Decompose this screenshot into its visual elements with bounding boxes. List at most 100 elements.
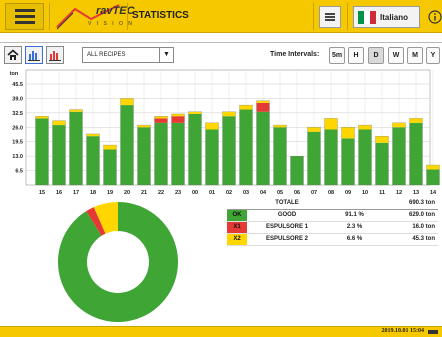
chevron-down-icon: ▼ bbox=[159, 48, 173, 62]
status-icon bbox=[428, 330, 438, 334]
bar-segment bbox=[205, 129, 219, 185]
row-percent: 91.1 % bbox=[327, 209, 382, 222]
language-selector[interactable]: Italiano bbox=[353, 6, 420, 28]
bar-segment bbox=[154, 118, 168, 123]
info-button[interactable] bbox=[424, 6, 442, 28]
interval-hour-button[interactable]: H bbox=[348, 47, 364, 64]
time-intervals-label: Time Intervals: bbox=[270, 51, 320, 58]
x-tick-label: 00 bbox=[192, 190, 198, 196]
bar-segment bbox=[273, 125, 287, 128]
table-row: X1 ESPULSORE 1 2.3 % 16.0 ton bbox=[227, 221, 438, 234]
bar-segment bbox=[239, 105, 253, 110]
bar-segment bbox=[35, 118, 49, 185]
table-row: X2 ESPULSORE 2 6.6 % 45.3 ton bbox=[227, 233, 438, 246]
brand-name: ravTEC bbox=[96, 5, 135, 17]
x-tick-label: 03 bbox=[243, 190, 249, 196]
x-tick-label: 12 bbox=[396, 190, 402, 196]
bar-segment bbox=[120, 98, 134, 106]
toolbar: ALL RECIPES ▼ Time Intervals: 5m H D W M… bbox=[0, 44, 442, 66]
row-percent: 6.6 % bbox=[327, 233, 382, 246]
menu-line bbox=[14, 15, 35, 18]
y-tick-label: 19.5 bbox=[12, 140, 23, 146]
bar-segment bbox=[307, 127, 321, 132]
x-tick-label: 06 bbox=[294, 190, 300, 196]
row-value: 629.0 ton bbox=[382, 209, 438, 222]
x-tick-label: 11 bbox=[379, 190, 385, 196]
home-button[interactable] bbox=[4, 46, 22, 64]
stacked-bar-chart: 6.5 13.0 19.5 26.0 32.5 39.0 45.5 ton 15 16 17 18 19… bbox=[10, 69, 440, 196]
recipe-select[interactable]: ALL RECIPES ▼ bbox=[82, 47, 174, 63]
bar-segment bbox=[358, 125, 372, 130]
x-tick-label: 01 bbox=[209, 190, 215, 196]
y-tick-label: 26.0 bbox=[12, 125, 23, 131]
bar-segment bbox=[358, 129, 372, 185]
home-icon bbox=[7, 49, 19, 60]
bar-segment bbox=[120, 105, 134, 185]
interval-week-button[interactable]: W bbox=[388, 47, 404, 64]
bar-segment bbox=[52, 120, 66, 126]
x-tick-label: 09 bbox=[345, 190, 351, 196]
menu-line bbox=[14, 21, 35, 24]
interval-year-button[interactable]: Y bbox=[426, 47, 440, 64]
bar-segment bbox=[171, 113, 185, 117]
x-tick-label: 07 bbox=[311, 190, 317, 196]
x-tick-label: 20 bbox=[124, 190, 130, 196]
y-tick-label: 45.5 bbox=[12, 82, 23, 88]
x-tick-label: 08 bbox=[328, 190, 334, 196]
bar-segment bbox=[290, 156, 304, 185]
bar-segment bbox=[69, 111, 83, 185]
interval-month-button[interactable]: M bbox=[407, 47, 423, 64]
x-tick-label: 05 bbox=[277, 190, 283, 196]
bar-segment bbox=[222, 111, 236, 117]
info-icon bbox=[428, 10, 442, 24]
row-name: GOOD bbox=[247, 209, 327, 222]
keyboard-button[interactable] bbox=[319, 6, 341, 28]
table-row: OK GOOD 91.1 % 629.0 ton bbox=[227, 209, 438, 222]
bar-segment bbox=[426, 165, 440, 170]
interval-5m-button[interactable]: 5m bbox=[329, 47, 345, 64]
bar-segment bbox=[86, 136, 100, 185]
bar-segment bbox=[409, 118, 423, 123]
x-tick-label: 21 bbox=[141, 190, 147, 196]
divider bbox=[313, 3, 314, 30]
x-tick-label: 04 bbox=[260, 190, 267, 196]
x-tick-label: 18 bbox=[90, 190, 96, 196]
y-tick-label: 6.5 bbox=[15, 169, 23, 175]
row-name: ESPULSORE 1 bbox=[247, 221, 327, 234]
bar-segment bbox=[392, 127, 406, 185]
menu-line bbox=[14, 9, 35, 12]
total-code-cell bbox=[227, 197, 247, 210]
bar-segment bbox=[426, 169, 440, 185]
x-tick-label: 16 bbox=[56, 190, 62, 196]
detail-chart-button[interactable] bbox=[46, 46, 64, 64]
x-tick-label: 10 bbox=[362, 190, 368, 196]
bar-segment bbox=[188, 113, 202, 185]
x-tick-label: 19 bbox=[107, 190, 113, 196]
interval-day-button[interactable]: D bbox=[368, 47, 384, 64]
summary-total-row: TOTALE 690.3 ton bbox=[227, 197, 438, 210]
recipe-select-value: ALL RECIPES bbox=[87, 52, 126, 58]
x-tick-label: 14 bbox=[430, 190, 437, 196]
divider bbox=[347, 3, 348, 30]
row-percent: 2.3 % bbox=[327, 221, 382, 234]
bar-segment bbox=[307, 131, 321, 185]
chart-view-button[interactable] bbox=[25, 46, 43, 64]
bar-segment bbox=[171, 116, 185, 123]
bar-segment bbox=[103, 145, 117, 150]
keyboard-icon bbox=[325, 13, 335, 21]
x-tick-label: 23 bbox=[175, 190, 181, 196]
timestamp: 2019.10.01 15:04 bbox=[381, 328, 425, 334]
bar-segment bbox=[324, 129, 338, 185]
bar-segment bbox=[137, 125, 151, 128]
bar-segment bbox=[137, 127, 151, 185]
bar-segment bbox=[239, 109, 253, 185]
y-tick-label: 13.0 bbox=[12, 154, 23, 160]
row-name: ESPULSORE 2 bbox=[247, 233, 327, 246]
row-code: X1 bbox=[227, 221, 247, 234]
bar-segment bbox=[188, 111, 202, 114]
statistics-screen: ravTEC V I S I O N STATISTICS Italiano A… bbox=[0, 0, 442, 337]
menu-button[interactable] bbox=[5, 3, 44, 30]
total-label: TOTALE bbox=[247, 197, 327, 210]
bar-segment bbox=[409, 122, 423, 185]
bar-segment bbox=[256, 102, 270, 112]
